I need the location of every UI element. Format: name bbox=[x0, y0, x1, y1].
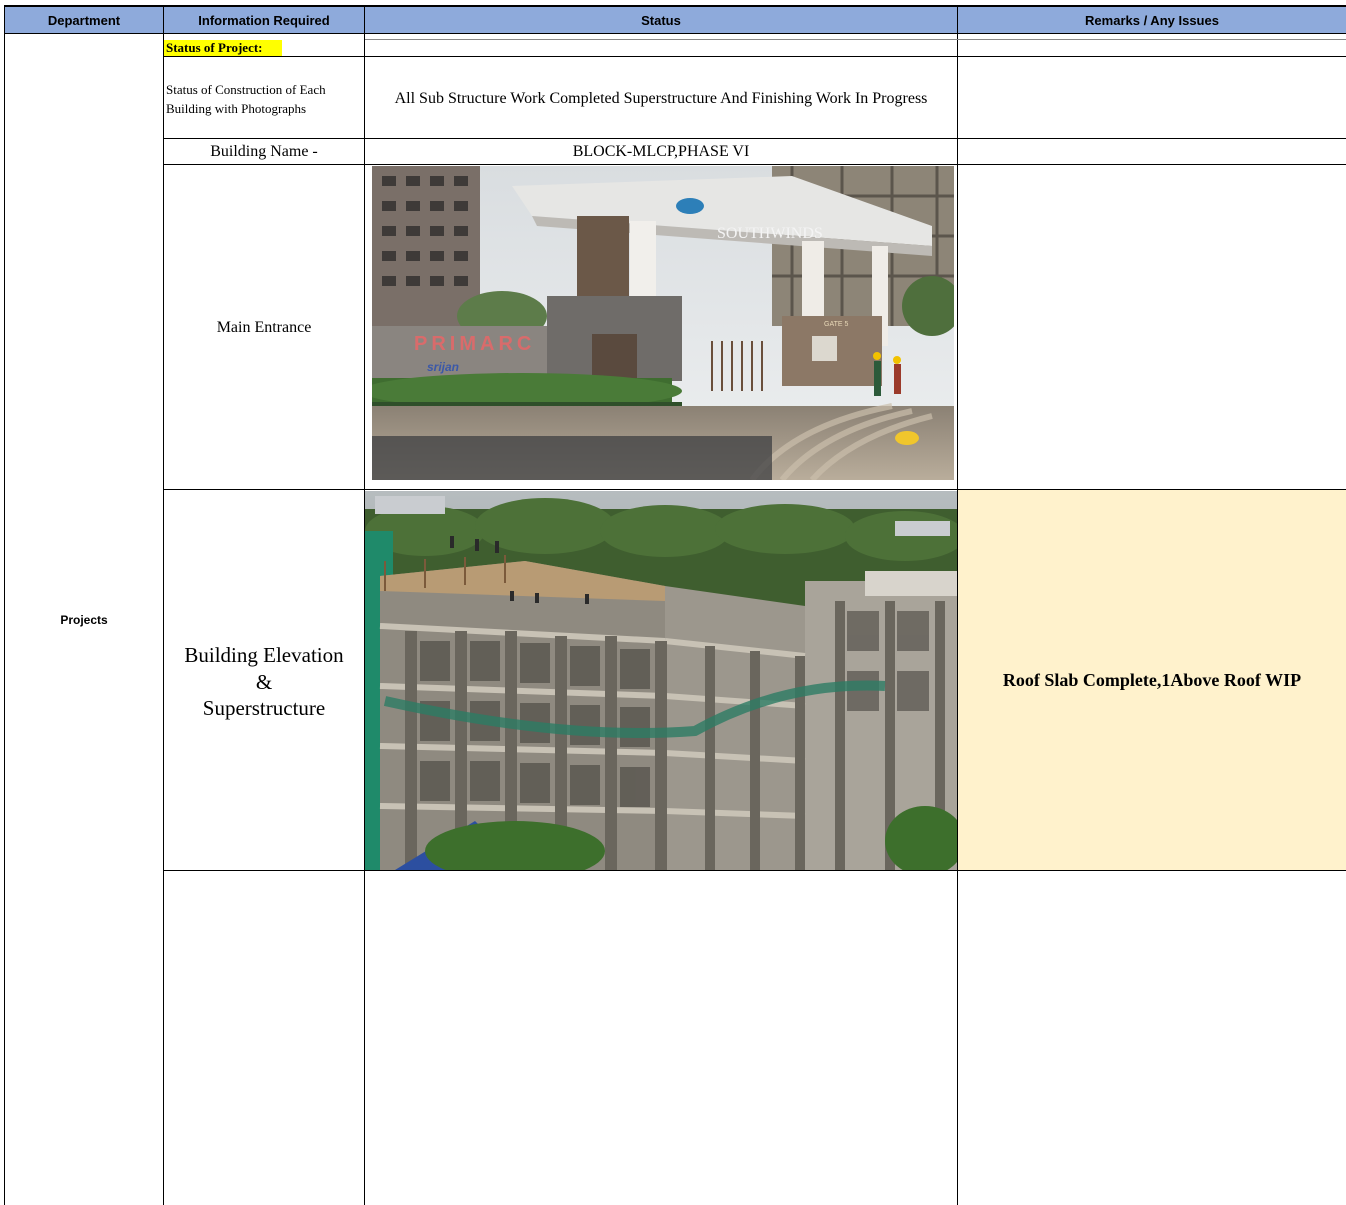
department-value: Projects bbox=[60, 613, 108, 627]
building-elevation-photo bbox=[365, 491, 957, 870]
elevation-label-line-2: & bbox=[255, 669, 273, 694]
grid-row-line-short bbox=[365, 39, 1346, 40]
construction-status-label: Status of Construction of Each Building … bbox=[166, 82, 326, 116]
status-of-project-label: Status of Project: bbox=[164, 40, 282, 56]
header-information-required: Information Required bbox=[164, 5, 364, 34]
header-remarks: Remarks / Any Issues bbox=[958, 5, 1346, 34]
gate-sign: GATE 5 bbox=[824, 321, 848, 328]
grid-row-line bbox=[164, 56, 1346, 57]
elevation-label-line-1: Building Elevation bbox=[184, 643, 344, 667]
grid-row-line bbox=[164, 164, 1346, 165]
main-entrance-photo: SOUTHWINDS PRIMARC srijan GATE 5 bbox=[372, 166, 954, 480]
elevation-remark: Roof Slab Complete,1Above Roof WIP bbox=[958, 490, 1346, 870]
elevation-label: Building Elevation & Superstructure bbox=[164, 642, 364, 722]
grid-line-col1 bbox=[163, 5, 164, 1205]
construction-status-value: All Sub Structure Work Completed Superst… bbox=[394, 89, 928, 107]
building-name-label: Building Name - bbox=[210, 143, 318, 160]
grid-row-line bbox=[164, 870, 1346, 871]
main-entrance-label: Main Entrance bbox=[216, 319, 312, 336]
grid-row-line bbox=[164, 138, 1346, 139]
primarc-sign: PRIMARC bbox=[414, 333, 535, 355]
elevation-label-line-3: Superstructure bbox=[202, 696, 326, 720]
building-name-value: BLOCK-MLCP,PHASE VI bbox=[572, 143, 750, 160]
header-department: Department bbox=[5, 5, 163, 34]
header-status: Status bbox=[365, 5, 957, 34]
srijan-sign: srijan bbox=[427, 360, 459, 374]
southwinds-sign: SOUTHWINDS bbox=[717, 225, 823, 242]
